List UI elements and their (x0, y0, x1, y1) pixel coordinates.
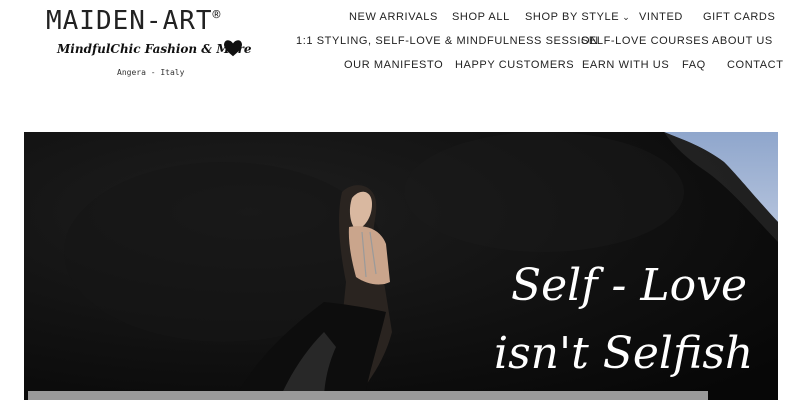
nav-contact[interactable]: CONTACT (727, 59, 784, 71)
nav-faq[interactable]: FAQ (682, 59, 706, 71)
nav-about-us[interactable]: ABOUT US (712, 35, 773, 47)
chevron-down-icon: ⌄ (622, 12, 631, 22)
nav-shop-by-style[interactable]: SHOP BY STYLE ⌄ (525, 11, 630, 23)
nav-shop-by-style-label: SHOP BY STYLE (525, 11, 620, 23)
nav-new-arrivals[interactable]: NEW ARRIVALS (349, 11, 438, 23)
nav-styling-session[interactable]: 1:1 STYLING, SELF-LOVE & MINDFULNESS SES… (296, 35, 599, 47)
hero-banner[interactable]: Self - Love isn't Selfish (24, 132, 778, 400)
nav-vinted[interactable]: VINTED (639, 11, 683, 23)
brand-logo[interactable]: MAIDEN-ART® MindfulChic Fashion & More A… (44, 6, 259, 82)
nav-shop-all[interactable]: SHOP ALL (452, 11, 510, 23)
nav-self-love-courses[interactable]: SELF-LOVE COURSES (581, 35, 709, 47)
nav-earn-with-us[interactable]: EARN WITH US (582, 59, 669, 71)
brand-location: Angera - Italy (117, 68, 185, 77)
nav-happy-customers[interactable]: HAPPY CUSTOMERS (455, 59, 574, 71)
brand-name: MAIDEN-ART® (46, 6, 222, 36)
nav-our-manifesto[interactable]: OUR MANIFESTO (344, 59, 443, 71)
hero-headline-line2: isn't Selfish (494, 328, 754, 379)
nav-gift-cards[interactable]: GIFT CARDS (703, 11, 775, 23)
registered-mark: ® (212, 8, 222, 23)
hero-headline-line1: Self - Love (511, 260, 747, 311)
overlay-bar (28, 391, 708, 400)
heart-icon (224, 40, 242, 57)
